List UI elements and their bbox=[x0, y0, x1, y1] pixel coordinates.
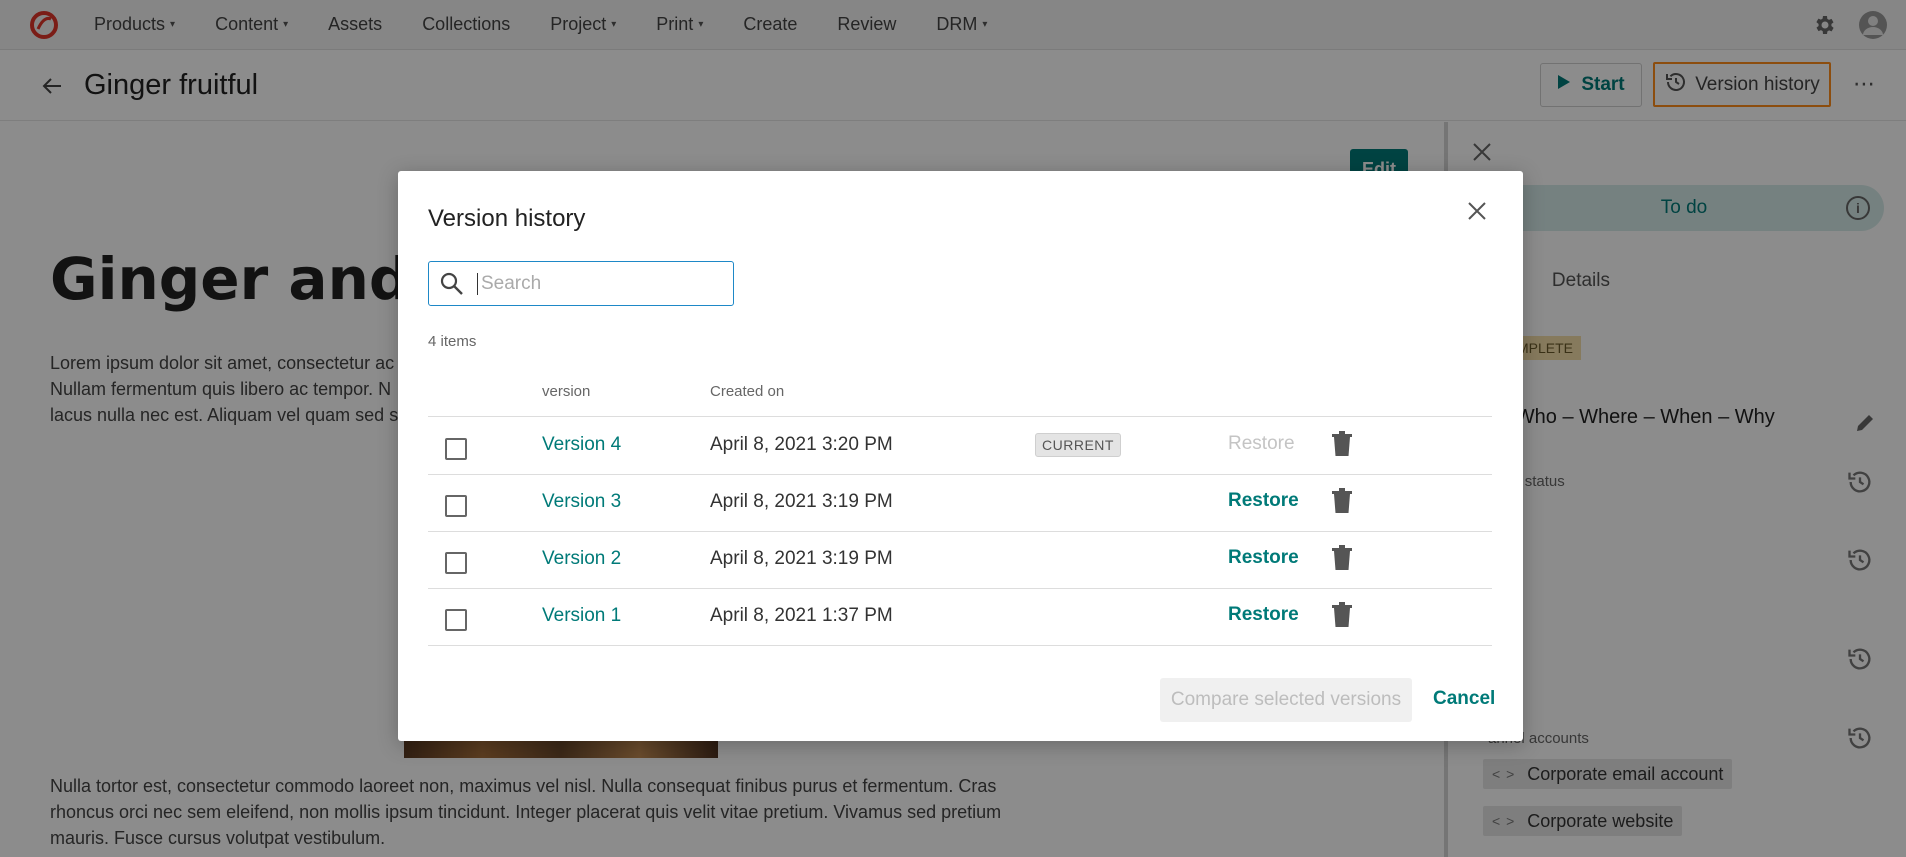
row-checkbox[interactable] bbox=[445, 609, 467, 631]
created-on: April 8, 2021 1:37 PM bbox=[710, 605, 893, 626]
compare-versions-button: Compare selected versions bbox=[1160, 678, 1412, 722]
trash-icon[interactable] bbox=[1331, 431, 1353, 457]
trash-icon[interactable] bbox=[1331, 488, 1353, 514]
version-history-dialog: Version history 4 items version Created … bbox=[398, 171, 1523, 741]
column-header-version[interactable]: version bbox=[542, 383, 590, 400]
current-badge: CURRENT bbox=[1035, 433, 1121, 457]
restore-button[interactable]: Restore bbox=[1228, 490, 1299, 512]
table-row: Version 4 April 8, 2021 3:20 PM CURRENT … bbox=[428, 418, 1492, 475]
search-box bbox=[428, 261, 734, 306]
row-checkbox[interactable] bbox=[445, 495, 467, 517]
version-link[interactable]: Version 3 bbox=[542, 491, 621, 513]
trash-icon[interactable] bbox=[1331, 545, 1353, 571]
trash-icon[interactable] bbox=[1331, 602, 1353, 628]
row-checkbox[interactable] bbox=[445, 552, 467, 574]
search-input[interactable] bbox=[477, 272, 717, 295]
created-on: April 8, 2021 3:19 PM bbox=[710, 548, 893, 569]
version-link[interactable]: Version 1 bbox=[542, 605, 621, 627]
table-row: Version 1 April 8, 2021 1:37 PM Restore bbox=[428, 589, 1492, 646]
version-link[interactable]: Version 2 bbox=[542, 548, 621, 570]
version-link[interactable]: Version 4 bbox=[542, 434, 621, 456]
table-row: Version 2 April 8, 2021 3:19 PM Restore bbox=[428, 532, 1492, 589]
column-header-created[interactable]: Created on bbox=[710, 383, 784, 400]
table-header: version Created on bbox=[428, 373, 1492, 417]
close-icon[interactable] bbox=[1467, 201, 1493, 227]
row-checkbox[interactable] bbox=[445, 438, 467, 460]
restore-button[interactable]: Restore bbox=[1228, 547, 1299, 569]
table-row: Version 3 April 8, 2021 3:19 PM Restore bbox=[428, 475, 1492, 532]
restore-button[interactable]: Restore bbox=[1228, 604, 1299, 626]
cancel-button[interactable]: Cancel bbox=[1433, 688, 1495, 710]
search-icon bbox=[439, 271, 465, 297]
created-on: April 8, 2021 3:19 PM bbox=[710, 491, 893, 512]
restore-button: Restore bbox=[1228, 433, 1295, 454]
item-count: 4 items bbox=[428, 333, 477, 350]
created-on: April 8, 2021 3:20 PM bbox=[710, 434, 893, 455]
dialog-title: Version history bbox=[428, 205, 586, 232]
